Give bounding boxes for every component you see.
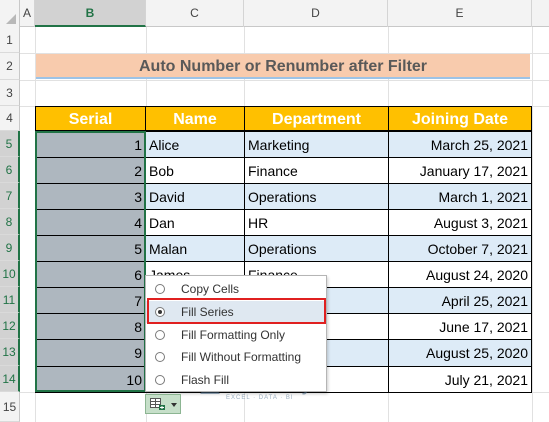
joining-date-cell[interactable]: October 7, 2021 — [388, 235, 532, 262]
gridline — [20, 80, 549, 81]
column-header-e[interactable]: E — [388, 0, 532, 27]
name-cell[interactable]: David — [145, 183, 245, 210]
dropdown-arrow-icon — [171, 403, 177, 407]
row-header-15[interactable]: 15 — [0, 392, 20, 422]
autofill-options-menu: Copy Cells Fill Series Fill Formatting O… — [145, 275, 327, 392]
joining-date-cell[interactable]: August 3, 2021 — [388, 209, 532, 236]
option-label: Fill Series — [181, 305, 234, 319]
row-header-12[interactable]: 12 — [0, 313, 20, 339]
serial-cell[interactable]: 4 — [35, 209, 146, 236]
joining-date-cell[interactable]: January 17, 2021 — [388, 157, 532, 184]
row-header-9[interactable]: 9 — [0, 235, 20, 261]
autofill-options-icon — [150, 398, 165, 410]
row-header-1[interactable]: 1 — [0, 27, 20, 53]
serial-cell[interactable]: 5 — [35, 235, 146, 262]
name-cell[interactable]: Malan — [145, 235, 245, 262]
column-header-c[interactable]: C — [146, 0, 244, 27]
option-copy-cells[interactable]: Copy Cells — [146, 278, 326, 300]
autofill-options-button[interactable] — [145, 394, 181, 414]
serial-cell[interactable]: 7 — [35, 287, 146, 314]
header-department: Department — [244, 106, 389, 131]
column-header-b[interactable]: B — [35, 0, 146, 27]
row-header-4[interactable]: 4 — [0, 106, 20, 131]
name-cell[interactable]: Bob — [145, 157, 245, 184]
radio-icon[interactable] — [155, 352, 165, 362]
joining-date-cell[interactable]: June 17, 2021 — [388, 313, 532, 340]
serial-cell[interactable]: 3 — [35, 183, 146, 210]
radio-selected-icon[interactable] — [155, 307, 165, 317]
row-header-11[interactable]: 11 — [0, 287, 20, 313]
serial-cell[interactable]: 9 — [35, 339, 146, 367]
option-label: Copy Cells — [181, 282, 240, 296]
option-fill-without-formatting[interactable]: Fill Without Formatting — [146, 346, 326, 368]
serial-cell[interactable]: 10 — [35, 366, 146, 393]
option-label: Flash Fill — [181, 373, 230, 387]
department-cell[interactable]: Marketing — [244, 131, 389, 158]
option-fill-series[interactable]: Fill Series — [146, 301, 326, 323]
joining-date-cell[interactable]: August 24, 2020 — [388, 261, 532, 288]
column-header-d[interactable]: D — [244, 0, 388, 27]
option-fill-formatting-only[interactable]: Fill Formatting Only — [146, 324, 326, 346]
column-header-a[interactable]: A — [20, 0, 35, 27]
joining-date-cell[interactable]: April 25, 2021 — [388, 287, 532, 314]
gridline — [532, 27, 533, 422]
row-header-6[interactable]: 6 — [0, 157, 20, 183]
row-header-8[interactable]: 8 — [0, 209, 20, 235]
select-all-triangle-icon — [6, 14, 16, 24]
column-header-row: A B C D E — [0, 0, 549, 27]
header-name: Name — [145, 106, 245, 131]
row-header-10[interactable]: 10 — [0, 261, 20, 287]
option-label: Fill Formatting Only — [181, 328, 286, 342]
header-joining-date: Joining Date — [388, 106, 532, 131]
row-header-2[interactable]: 2 — [0, 53, 20, 80]
row-header-3[interactable]: 3 — [0, 80, 20, 106]
radio-dot-icon — [158, 310, 162, 314]
serial-cell[interactable]: 6 — [35, 261, 146, 288]
radio-icon[interactable] — [155, 284, 165, 294]
joining-date-cell[interactable]: August 25, 2020 — [388, 339, 532, 367]
radio-icon[interactable] — [155, 375, 165, 385]
serial-cell[interactable]: 2 — [35, 157, 146, 184]
watermark-tagline: EXCEL · DATA · BI — [226, 395, 294, 401]
serial-cell[interactable]: 8 — [35, 313, 146, 340]
joining-date-cell[interactable]: March 25, 2021 — [388, 131, 532, 158]
name-cell[interactable]: Dan — [145, 209, 245, 236]
joining-date-cell[interactable]: July 21, 2021 — [388, 366, 532, 393]
row-header-14[interactable]: 14 — [0, 366, 20, 392]
radio-icon[interactable] — [155, 330, 165, 340]
department-cell[interactable]: Operations — [244, 183, 389, 210]
row-header-7[interactable]: 7 — [0, 183, 20, 209]
joining-date-cell[interactable]: March 1, 2021 — [388, 183, 532, 210]
header-serial: Serial — [35, 106, 146, 131]
option-label: Fill Without Formatting — [181, 350, 302, 364]
serial-cell[interactable]: 1 — [35, 131, 146, 158]
department-cell[interactable]: HR — [244, 209, 389, 236]
select-all-corner[interactable] — [0, 0, 20, 27]
row-header-5[interactable]: 5 — [0, 131, 20, 157]
name-cell[interactable]: Alice — [145, 131, 245, 158]
spreadsheet: A B C D E 1 2 3 4 5 6 7 8 9 10 11 12 13 … — [0, 0, 549, 422]
department-cell[interactable]: Operations — [244, 235, 389, 262]
row-header-13[interactable]: 13 — [0, 339, 20, 366]
department-cell[interactable]: Finance — [244, 157, 389, 184]
option-flash-fill[interactable]: Flash Fill — [146, 369, 326, 391]
sheet-title: Auto Number or Renumber after Filter — [36, 54, 530, 79]
